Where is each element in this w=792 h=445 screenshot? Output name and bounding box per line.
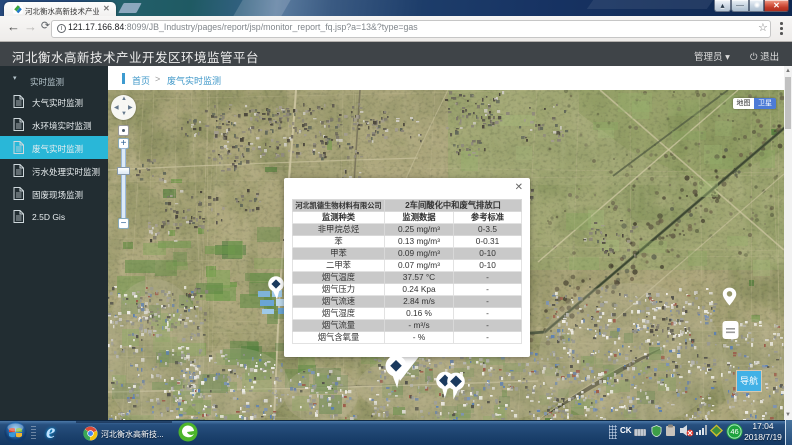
svg-text:46: 46	[730, 427, 738, 436]
